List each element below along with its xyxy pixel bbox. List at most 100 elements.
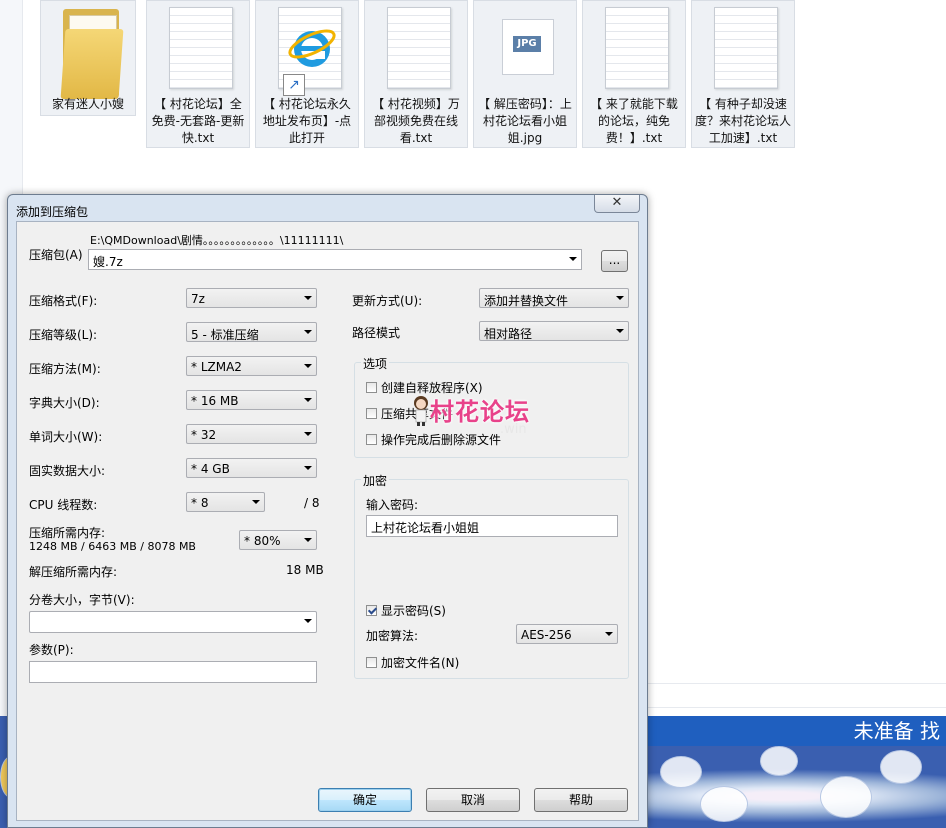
pathmode-select[interactable]: 相对路径 [479, 321, 629, 341]
encrypt-names-label: 加密文件名(N) [381, 656, 460, 670]
wallpaper-banner-text: 未准备 找 [648, 716, 946, 746]
help-button[interactable]: 帮助 [534, 788, 628, 812]
checkbox-box [366, 657, 377, 668]
solid-label: 固实数据大小: [29, 464, 106, 478]
pathmode-label: 路径模式 [352, 326, 401, 340]
encryption-method-select[interactable]: AES-256 [516, 624, 618, 644]
folder-icon [55, 7, 124, 99]
ok-button[interactable]: 确定 [318, 788, 412, 812]
method-label: 压缩方法(M): [29, 362, 101, 376]
mem-usage-select[interactable]: * 80% [239, 530, 317, 550]
word-select[interactable]: * 32 [186, 424, 317, 444]
level-value: 5 - 标准压缩 [191, 328, 259, 342]
dialog-title: 添加到压缩包 [16, 205, 89, 219]
file-name: 【 来了就能下载的论坛，纯免费！】.txt [590, 97, 678, 145]
cancel-button[interactable]: 取消 [426, 788, 520, 812]
chevron-down-icon [304, 466, 312, 470]
encryption-title: 加密 [361, 472, 390, 489]
archive-label: 压缩包(A) [29, 248, 83, 262]
chevron-down-icon [304, 330, 312, 334]
file-name: 家有迷人小嫂 [51, 97, 124, 111]
format-select[interactable]: 7z [186, 288, 317, 308]
file-item[interactable]: JPG 【 解压密码】：上村花论坛看小姐姐.jpg [473, 0, 577, 148]
mem-decompress-label: 解压缩所需内存: [29, 565, 118, 579]
internet-explorer-icon [288, 29, 336, 67]
chevron-down-icon [304, 364, 312, 368]
browse-button[interactable]: ... [601, 250, 628, 272]
file-item[interactable]: 【 来了就能下载的论坛，纯免费！】.txt [582, 0, 686, 148]
close-button[interactable]: ✕ [594, 195, 640, 213]
update-select[interactable]: 添加并替换文件 [479, 288, 629, 308]
method-select[interactable]: * LZMA2 [186, 356, 317, 376]
file-name: 【 解压密码】：上村花论坛看小姐姐.jpg [478, 97, 572, 145]
file-name: 【 有种子却没速度？来村花论坛人工加速】.txt [695, 97, 792, 145]
pathmode-value: 相对路径 [484, 327, 533, 341]
options-title: 选项 [361, 355, 390, 372]
file-item[interactable]: 【 村花论坛】全免费-无套路-更新快.txt [146, 0, 250, 148]
chevron-down-icon [304, 296, 312, 300]
volume-label: 分卷大小，字节(V): [29, 593, 135, 607]
close-icon: ✕ [611, 195, 623, 210]
dict-select[interactable]: * 16 MB [186, 390, 317, 410]
file-item-folder[interactable]: 家有迷人小嫂 [40, 0, 136, 116]
watermark-subtext: .win [500, 422, 527, 437]
chevron-down-icon [252, 500, 260, 504]
jpg-image-icon: JPG [502, 19, 554, 75]
encryption-method-label: 加密算法: [366, 629, 419, 643]
file-item[interactable]: ↗ 【 村花论坛永久地址发布页】-点此打开 [255, 0, 359, 148]
show-password-checkbox[interactable]: 显示密码(S) [366, 602, 446, 619]
file-item[interactable]: 【 村花视频】万部视频免费在线看.txt [364, 0, 468, 148]
text-document-icon [605, 7, 669, 89]
show-password-label: 显示密码(S) [381, 604, 446, 618]
encrypt-names-checkbox[interactable]: 加密文件名(N) [366, 654, 459, 671]
volume-combobox[interactable] [29, 611, 317, 633]
mem-compress-label: 压缩所需内存: [29, 526, 106, 540]
forum-watermark: 村花论坛 .win [410, 392, 570, 444]
mem-usage-value: * 80% [244, 534, 281, 548]
method-value: * LZMA2 [191, 360, 242, 374]
internet-explorer-shortcut-icon: ↗ [278, 7, 342, 96]
mem-compress-detail: 1248 MB / 6463 MB / 8078 MB [29, 540, 196, 553]
dialog-titlebar[interactable]: 添加到压缩包 ✕ [8, 195, 647, 221]
checkbox-box [366, 382, 377, 393]
level-select[interactable]: 5 - 标准压缩 [186, 322, 317, 342]
archive-name-value: 嫂.7z [93, 255, 123, 269]
archive-path: E:\QMDownload\剧情。。。。。。。。。。。。。\11111111\ [90, 234, 344, 247]
update-value: 添加并替换文件 [484, 294, 569, 308]
params-label: 参数(P): [29, 643, 74, 657]
threads-total: / 8 [304, 496, 320, 510]
chevron-down-icon [616, 329, 624, 333]
dialog-client-area: 压缩包(A) E:\QMDownload\剧情。。。。。。。。。。。。。\111… [16, 221, 639, 821]
text-document-icon [714, 7, 778, 89]
checkbox-checked-icon [366, 605, 377, 616]
file-item[interactable]: 【 有种子却没速度？来村花论坛人工加速】.txt [691, 0, 795, 148]
chevron-down-icon [605, 632, 613, 636]
solid-value: * 4 GB [191, 462, 230, 476]
file-name: 【 村花视频】万部视频免费在线看.txt [372, 97, 460, 145]
checkbox-box [366, 434, 377, 445]
chevron-down-icon [569, 257, 577, 261]
jpg-badge: JPG [513, 36, 541, 52]
threads-value: * 8 [191, 496, 209, 510]
cartoon-girl-icon [414, 396, 428, 426]
file-name: 【 村花论坛永久地址发布页】-点此打开 [262, 97, 352, 145]
chevron-down-icon [616, 296, 624, 300]
chevron-down-icon [304, 398, 312, 402]
password-value: 上村花论坛看小姐姐 [371, 521, 480, 535]
threads-label: CPU 线程数: [29, 498, 98, 512]
archive-name-combobox[interactable]: 嫂.7z [88, 249, 582, 270]
threads-select[interactable]: * 8 [186, 492, 265, 512]
chevron-down-icon [304, 619, 312, 623]
word-label: 单词大小(W): [29, 430, 103, 444]
encryption-group: 加密 输入密码: 上村花论坛看小姐姐 显示密码(S) 加密算法: AES-256… [354, 472, 629, 679]
dict-label: 字典大小(D): [29, 396, 100, 410]
solid-select[interactable]: * 4 GB [186, 458, 317, 478]
dict-value: * 16 MB [191, 394, 239, 408]
add-to-archive-dialog: 添加到压缩包 ✕ 压缩包(A) E:\QMDownload\剧情。。。。。。。。… [7, 194, 648, 828]
chevron-down-icon [304, 432, 312, 436]
format-label: 压缩格式(F): [29, 294, 98, 308]
password-input[interactable]: 上村花论坛看小姐姐 [366, 515, 618, 537]
explorer-empty-rows [648, 660, 946, 716]
params-input[interactable] [29, 661, 317, 683]
level-label: 压缩等级(L): [29, 328, 98, 342]
